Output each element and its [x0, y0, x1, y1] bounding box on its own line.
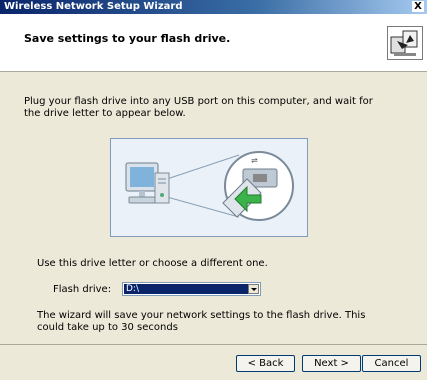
save-note-text: The wizard will save your network settin… — [37, 310, 366, 333]
title-bar[interactable]: Wireless Network Setup Wizard X — [0, 0, 427, 14]
svg-text:⇌: ⇌ — [251, 156, 258, 165]
wizard-window: Wireless Network Setup Wizard X Save set… — [0, 0, 427, 380]
usb-illustration: ⇌ — [110, 138, 308, 237]
cancel-button[interactable]: Cancel — [362, 355, 421, 372]
flash-drive-value: D:\ — [124, 284, 249, 294]
next-button[interactable]: Next > — [302, 355, 361, 372]
window-title: Wireless Network Setup Wizard — [4, 1, 183, 12]
chevron-down-icon[interactable] — [248, 284, 259, 294]
flash-drive-label: Flash drive: — [53, 284, 112, 295]
flash-drive-select[interactable]: D:\ — [122, 282, 261, 296]
instruction-text: Plug your flash drive into any USB port … — [24, 96, 373, 119]
wizard-header: Save settings to your flash drive. — [0, 14, 427, 72]
back-button[interactable]: < Back — [236, 355, 295, 372]
choose-drive-text: Use this drive letter or choose a differ… — [37, 258, 268, 269]
page-title: Save settings to your flash drive. — [24, 32, 231, 45]
close-button[interactable]: X — [412, 1, 424, 12]
footer-divider — [0, 344, 427, 345]
network-setup-icon — [387, 26, 423, 60]
